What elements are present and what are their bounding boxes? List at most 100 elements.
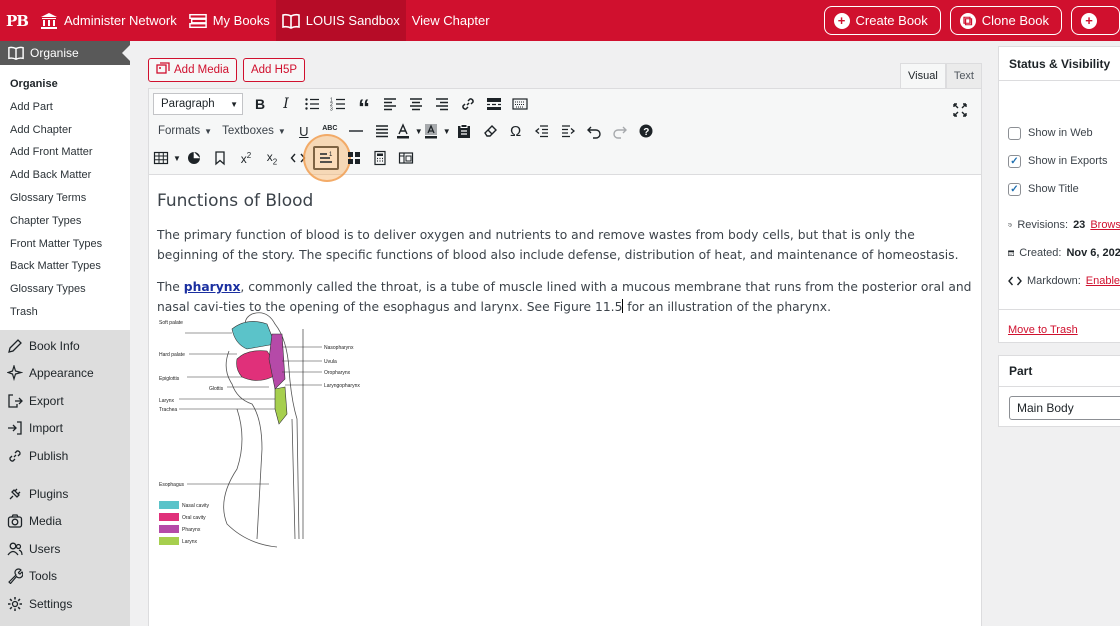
- administer-network-link[interactable]: Administer Network: [34, 0, 183, 41]
- submenu-add-front-matter[interactable]: Add Front Matter: [0, 141, 130, 164]
- justify-button[interactable]: [369, 119, 395, 143]
- clear-formatting-button[interactable]: [477, 119, 503, 143]
- redo-button[interactable]: [607, 119, 633, 143]
- svg-text:?: ?: [643, 127, 649, 138]
- italic-button[interactable]: I: [273, 92, 299, 116]
- anchor-button[interactable]: [207, 146, 233, 170]
- sidebar-item-tools[interactable]: Tools: [0, 563, 130, 591]
- pressbooks-logo[interactable]: PB: [0, 0, 34, 41]
- paragraph-format-select[interactable]: Paragraph ▼: [153, 93, 243, 115]
- sidebar-item-book-info[interactable]: Book Info: [0, 332, 130, 360]
- submenu-trash[interactable]: Trash: [0, 301, 130, 324]
- submenu-add-chapter[interactable]: Add Chapter: [0, 119, 130, 142]
- sidebar-current-organise[interactable]: Organise: [0, 41, 130, 65]
- paste-text-button[interactable]: [451, 119, 477, 143]
- part-select[interactable]: Main Body: [1009, 396, 1120, 420]
- clone-book-button[interactable]: ⧉ Clone Book: [949, 6, 1062, 35]
- sidebar-item-media[interactable]: Media: [0, 507, 130, 535]
- users-icon: [7, 542, 23, 556]
- sidebar-item-appearance[interactable]: Appearance: [0, 359, 130, 387]
- special-character-button[interactable]: Ω: [503, 119, 529, 143]
- formats-dropdown[interactable]: Formats ▼: [153, 119, 217, 143]
- create-book-button[interactable]: + Create Book: [823, 6, 941, 35]
- show-in-exports-option[interactable]: ✓ Show in Exports: [999, 147, 1120, 175]
- add-media-button[interactable]: Add Media: [148, 58, 237, 82]
- bold-button[interactable]: B: [247, 92, 273, 116]
- sidebar-item-publish[interactable]: Publish: [0, 442, 130, 470]
- svg-text:1: 1: [329, 152, 333, 158]
- submenu-organise[interactable]: Organise: [0, 73, 130, 96]
- show-title-option[interactable]: ✓ Show Title: [999, 175, 1120, 203]
- undo-button[interactable]: [581, 119, 607, 143]
- align-right-button[interactable]: [429, 92, 455, 116]
- link-icon: [9, 450, 21, 462]
- browse-revisions-link[interactable]: Browse: [1090, 219, 1120, 231]
- sidebar-item-export[interactable]: Export: [0, 387, 130, 415]
- help-button[interactable]: ?: [633, 119, 659, 143]
- my-books-link[interactable]: My Books: [183, 0, 276, 41]
- status-visibility-title[interactable]: Status & Visibility: [999, 47, 1120, 81]
- glossary-term-button[interactable]: 1: [302, 134, 351, 182]
- omega-icon: Ω: [510, 122, 522, 140]
- horizontal-line-button[interactable]: [343, 119, 369, 143]
- superscript-button[interactable]: x2: [233, 146, 259, 170]
- blockquote-button[interactable]: “: [351, 92, 377, 121]
- text-color-button[interactable]: ▼: [395, 119, 423, 143]
- tab-text[interactable]: Text: [945, 63, 982, 88]
- footnote-button[interactable]: [181, 146, 207, 170]
- justify-icon: [375, 125, 388, 138]
- media-embed-button[interactable]: [393, 146, 419, 170]
- equation-button[interactable]: [367, 146, 393, 170]
- undo-icon: [586, 126, 601, 139]
- numbered-list-button[interactable]: 123: [325, 92, 351, 116]
- shortcode-button[interactable]: [341, 146, 367, 170]
- outdent-button[interactable]: [529, 119, 555, 143]
- open-book-icon: [8, 46, 24, 61]
- view-chapter-label: View Chapter: [411, 13, 490, 28]
- pharynx-figure[interactable]: Soft palate Hard palate Epiglottis Glott…: [157, 289, 387, 549]
- table-button[interactable]: ▼: [153, 146, 181, 170]
- part-panel-title[interactable]: Part: [999, 356, 1120, 387]
- figure-label-glottis: Glottis: [209, 386, 224, 392]
- submenu-back-matter-types[interactable]: Back Matter Types: [0, 255, 130, 278]
- figure-label-nasopharynx: Nasopharynx: [324, 345, 354, 351]
- submenu-chapter-types[interactable]: Chapter Types: [0, 210, 130, 233]
- submenu-glossary-terms[interactable]: Glossary Terms: [0, 187, 130, 210]
- sidebar-item-import[interactable]: Import: [0, 415, 130, 443]
- revisions-count: 23: [1073, 219, 1086, 231]
- move-to-trash-link[interactable]: Move to Trash: [999, 324, 1120, 336]
- show-in-exports-checkbox[interactable]: ✓: [1008, 154, 1021, 168]
- fullscreen-button[interactable]: [947, 98, 973, 122]
- create-book-label: Create Book: [855, 13, 928, 28]
- show-title-checkbox[interactable]: ✓: [1008, 182, 1021, 196]
- subscript-button[interactable]: x2: [259, 146, 285, 170]
- read-more-button[interactable]: [481, 92, 507, 116]
- tab-visual[interactable]: Visual: [900, 63, 946, 88]
- insert-link-button[interactable]: [455, 92, 481, 116]
- footnote-icon: [187, 152, 200, 164]
- sidebar-item-settings[interactable]: Settings: [0, 590, 130, 618]
- align-center-button[interactable]: [403, 92, 429, 116]
- align-left-button[interactable]: [377, 92, 403, 116]
- show-in-web-option[interactable]: Show in Web: [999, 119, 1120, 147]
- background-color-button[interactable]: ▼: [423, 119, 451, 143]
- indent-button[interactable]: [555, 119, 581, 143]
- submenu-glossary-types[interactable]: Glossary Types: [0, 278, 130, 301]
- submenu-front-matter-types[interactable]: Front Matter Types: [0, 233, 130, 256]
- sidebar-item-users[interactable]: Users: [0, 535, 130, 563]
- markdown-label: Markdown:: [1027, 275, 1081, 287]
- book-sandbox-link[interactable]: LOUIS Sandbox: [275, 0, 406, 41]
- add-h5p-button[interactable]: Add H5P: [242, 58, 306, 82]
- bullet-list-button[interactable]: [299, 92, 325, 116]
- add-user-button[interactable]: +: [1071, 6, 1120, 35]
- submenu-add-part[interactable]: Add Part: [0, 96, 130, 119]
- submenu-add-back-matter[interactable]: Add Back Matter: [0, 164, 130, 187]
- show-in-web-checkbox[interactable]: [1008, 126, 1021, 140]
- part-panel: Part Main Body: [998, 355, 1120, 427]
- sidebar-item-plugins[interactable]: Plugins: [0, 480, 130, 508]
- book-sandbox-label: LOUIS Sandbox: [305, 13, 400, 28]
- textboxes-dropdown[interactable]: Textboxes ▼: [217, 119, 291, 143]
- toolbar-toggle-button[interactable]: [507, 92, 533, 116]
- view-chapter-link[interactable]: View Chapter: [406, 0, 496, 41]
- enable-markdown-link[interactable]: Enable: [1086, 275, 1120, 287]
